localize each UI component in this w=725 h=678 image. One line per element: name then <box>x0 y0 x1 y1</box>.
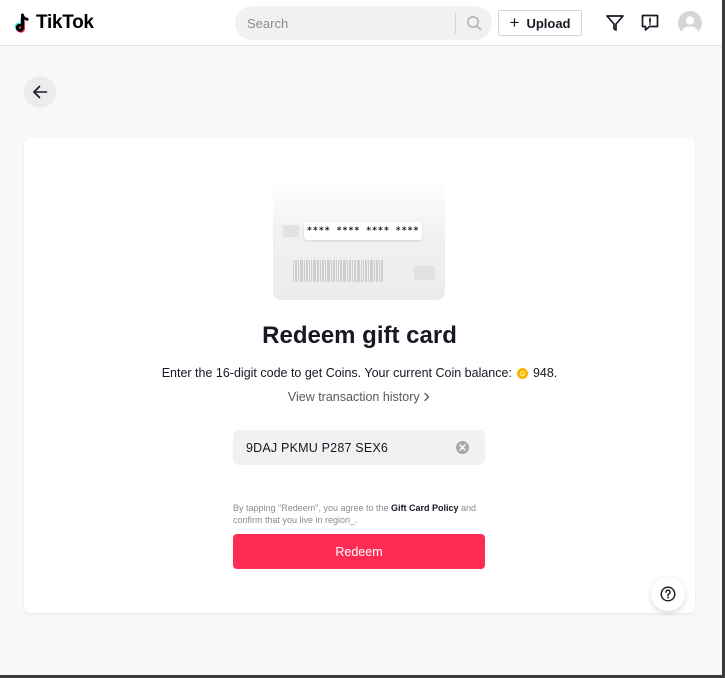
coin-icon <box>516 367 528 379</box>
terms-prefix: By tapping "Redeem", you agree to the <box>233 503 389 513</box>
tiktok-logo[interactable]: TikTok <box>14 11 94 35</box>
question-icon <box>660 586 676 602</box>
masked-code: **** **** **** **** <box>304 222 422 240</box>
top-bar: TikTok + Upload <box>0 0 722 46</box>
card-box <box>414 266 435 280</box>
plus-icon: + <box>509 13 520 32</box>
page-frame: TikTok + Upload <box>0 0 725 678</box>
close-icon <box>459 444 466 451</box>
description: Enter the 16-digit code to get Coins. Yo… <box>24 366 695 380</box>
redeem-button[interactable]: Redeem <box>233 534 485 569</box>
redeem-card: **** **** **** **** Redeem gift card Ent… <box>24 138 695 613</box>
terms-text: By tapping "Redeem", you agree to the Gi… <box>233 502 485 526</box>
gift-code-field <box>233 430 485 465</box>
back-button[interactable] <box>24 76 56 108</box>
coin-balance: 948. <box>532 366 558 380</box>
description-text: Enter the 16-digit code to get Coins. Yo… <box>161 366 512 380</box>
gift-card-illustration: **** **** **** **** <box>273 180 445 300</box>
help-button[interactable] <box>651 577 685 611</box>
avatar[interactable] <box>678 11 702 35</box>
search-button[interactable] <box>456 6 492 40</box>
search-bar <box>235 6 492 40</box>
gift-card-policy-link[interactable]: Gift Card Policy <box>391 503 459 513</box>
chevron-right-icon <box>424 392 430 402</box>
arrow-left-icon <box>33 85 48 99</box>
card-chip <box>283 225 299 237</box>
barcode <box>293 260 405 282</box>
filter-icon[interactable] <box>604 12 626 34</box>
gift-code-input[interactable] <box>233 430 456 465</box>
search-icon <box>467 16 482 31</box>
logo-text: TikTok <box>36 12 94 33</box>
history-link-label: View transaction history <box>287 390 420 404</box>
page-title: Redeem gift card <box>262 322 457 349</box>
clear-input-button[interactable] <box>456 441 469 454</box>
tiktok-note-icon <box>14 13 29 33</box>
view-transaction-history-link[interactable]: View transaction history <box>24 390 695 404</box>
upload-label: Upload <box>526 15 571 31</box>
upload-button[interactable]: + Upload <box>498 10 582 36</box>
search-input[interactable] <box>235 6 455 40</box>
inbox-icon[interactable] <box>639 12 661 34</box>
